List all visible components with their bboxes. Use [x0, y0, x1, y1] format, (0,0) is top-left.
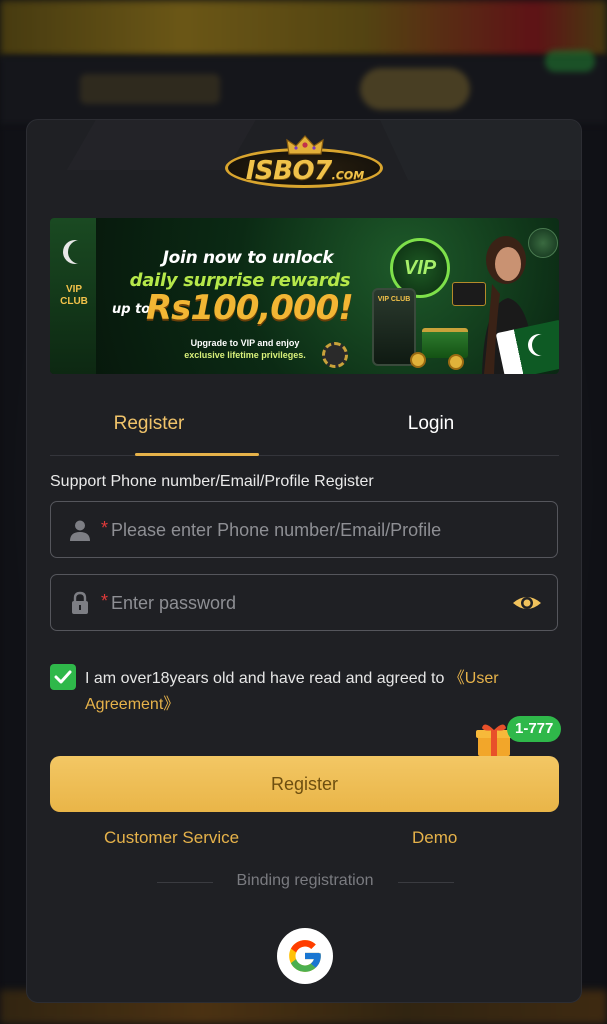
- demo-link[interactable]: Demo: [412, 828, 457, 848]
- required-mark: *: [101, 518, 109, 538]
- coin-icon: [448, 354, 464, 370]
- required-mark: *: [101, 591, 109, 611]
- google-login-button[interactable]: [277, 928, 333, 984]
- logo-wordmark: ISBO7: [245, 156, 332, 186]
- coin-icon: [410, 352, 426, 368]
- background-button: [360, 68, 470, 110]
- account-field: *: [50, 501, 558, 558]
- support-label: Support Phone number/Email/Profile Regis…: [50, 473, 374, 490]
- account-input[interactable]: [111, 512, 511, 548]
- site-logo: ISBO7.COM: [223, 134, 387, 192]
- divider-right: [398, 882, 454, 883]
- gift-box-illustration: [422, 328, 468, 358]
- agreement-text: I am over18years old and have read and a…: [85, 666, 555, 718]
- agreement-statement: I am over18years old and have read and a…: [85, 670, 449, 687]
- background-top-banner: [0, 0, 607, 56]
- banner-sub-1: Upgrade to VIP and enjoy: [190, 338, 300, 348]
- banner-headline-1: Join now to unlock: [162, 248, 334, 268]
- register-modal: ISBO7.COM VIP CLUB Join now to unlock da…: [26, 119, 582, 1003]
- vip-club-label: VIP CLUB: [60, 284, 88, 307]
- promo-code-badge[interactable]: 1-777: [507, 716, 562, 742]
- google-icon: [289, 940, 321, 972]
- casino-chip-icon: [322, 342, 348, 368]
- active-tab-indicator: [135, 453, 259, 456]
- background-navbar: [0, 50, 607, 126]
- eye-icon[interactable]: [511, 589, 543, 617]
- lock-icon: [72, 591, 88, 614]
- phone-label: VIP CLUB: [377, 296, 411, 303]
- banner-up-to: up to: [112, 302, 151, 317]
- promo-banner[interactable]: VIP CLUB Join now to unlock daily surpri…: [50, 218, 559, 374]
- crescent-icon: [68, 240, 92, 264]
- background-badge: [545, 50, 595, 72]
- logo-text: ISBO7.COM: [246, 156, 364, 186]
- decorative-shard: [366, 120, 581, 180]
- password-field: *: [50, 574, 558, 631]
- check-icon: [54, 670, 72, 684]
- customer-service-link[interactable]: Customer Service: [104, 828, 239, 848]
- tab-register[interactable]: Register: [27, 392, 276, 456]
- flag-crescent-icon: [532, 334, 554, 356]
- auth-tabs: Register Login: [50, 392, 559, 456]
- password-input[interactable]: [111, 585, 511, 621]
- background-logo: [80, 74, 220, 104]
- agreement-checkbox[interactable]: [50, 664, 76, 690]
- banner-sub-2: exclusive lifetime privileges.: [184, 350, 306, 360]
- banner-amount: Rs100,000!: [146, 288, 354, 328]
- tab-login[interactable]: Login: [304, 392, 558, 456]
- user-icon: [70, 520, 90, 541]
- binding-registration-label: Binding registration: [236, 872, 374, 889]
- logo-suffix: .COM: [331, 169, 365, 182]
- divider-left: [157, 882, 213, 883]
- register-button[interactable]: Register: [50, 756, 559, 812]
- crown-icon: [286, 135, 324, 155]
